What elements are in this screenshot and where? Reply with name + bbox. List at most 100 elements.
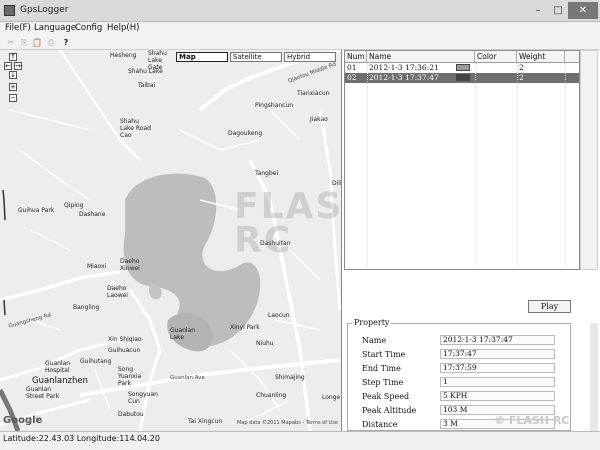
row-color-swatch[interactable]: [456, 64, 470, 71]
map-type-map[interactable]: Map: [176, 52, 228, 62]
road-label: Guanlan Ave: [170, 375, 205, 381]
row-weight: 2: [519, 63, 524, 72]
menu-language[interactable]: Language: [34, 23, 76, 33]
map-type-hybrid[interactable]: Hybrid: [284, 52, 336, 62]
track-table[interactable]: Num Name Color Weight 01 2012-1-3 17:36:…: [344, 50, 580, 270]
play-button[interactable]: Play: [528, 300, 571, 313]
cut-icon[interactable]: ✂: [6, 38, 16, 48]
place-label: Pingshancun: [255, 102, 294, 109]
place-label: Guihuacun: [108, 347, 141, 354]
place-label: Bangling: [73, 304, 100, 311]
place-label: Daeho Laowei: [107, 285, 128, 299]
property-label-name: Name: [362, 336, 387, 345]
place-label: Guihutang: [80, 358, 112, 365]
place-label: Shahu Lake Road Cao: [120, 118, 151, 139]
help-icon[interactable]: ?: [61, 38, 71, 48]
place-label: Dagoukeng: [228, 130, 263, 137]
place-label: Tai Xingcun: [188, 418, 223, 425]
property-label-end-time: End Time: [362, 364, 401, 373]
pan-right-button[interactable]: →: [14, 62, 22, 70]
property-title: Property: [352, 318, 392, 327]
watermark-logo: FLASH RC: [234, 186, 342, 261]
print-icon[interactable]: ⎙: [46, 38, 56, 48]
table-row-selected[interactable]: 02 2012-1-3 17:37:47 2: [345, 73, 579, 83]
grid-line: [517, 63, 518, 269]
place-label: Dabutou: [118, 411, 144, 418]
toolbar: [0, 36, 600, 50]
column-weight[interactable]: Weight: [517, 51, 565, 63]
place-label: Song Yuanxia Park: [118, 366, 142, 387]
column-num[interactable]: Num: [345, 51, 367, 63]
property-value-end-time: 17:37:59: [440, 363, 555, 373]
row-num: 01: [347, 63, 357, 72]
road-north: [58, 50, 141, 161]
place-label: Shimajing: [275, 374, 305, 381]
place-label: Jiakao: [310, 116, 328, 123]
google-logo: Google: [3, 415, 43, 426]
maximize-button[interactable]: □: [548, 2, 568, 19]
track-line: [3, 299, 6, 316]
place-label: Tangbei: [255, 170, 279, 177]
watermark-text: © FLASH RC: [494, 414, 570, 427]
pan-down-button[interactable]: ↓: [9, 71, 17, 79]
grid-line: [367, 63, 368, 269]
menu-config[interactable]: Config: [75, 23, 102, 33]
property-label-distance: Distance: [362, 420, 398, 429]
place-label: Chuanling: [256, 392, 287, 399]
track-line: [2, 189, 6, 221]
place-label: Tianxiacun: [297, 90, 330, 97]
grid-line: [475, 63, 476, 269]
map-view[interactable]: Map Satellite Hybrid ↑ ← → ↓ + − Hesheng…: [0, 50, 342, 431]
pan-up-button[interactable]: ↑: [9, 53, 17, 61]
window-title: GpsLogger: [20, 5, 69, 15]
place-label: Taibai: [138, 82, 156, 89]
map-copyright[interactable]: Map data ©2011 Mapabc - Terms of Use: [237, 420, 338, 426]
place-label: Guihua Park: [18, 207, 55, 214]
place-label: Xin Shiqiao: [108, 336, 142, 343]
place-label: Miaoxi: [87, 263, 107, 270]
place-label: Guanlan Lake: [170, 327, 196, 341]
place-label: Guanlan Hospital: [45, 360, 71, 374]
property-value-name: 2012-1-3 17:37:47: [440, 335, 555, 345]
table-side-panel: [580, 50, 598, 270]
property-label-start-time: Start Time: [362, 350, 406, 359]
road-west: [0, 270, 121, 302]
close-button[interactable]: ✕: [568, 2, 598, 19]
paste-icon[interactable]: 📋: [32, 38, 42, 48]
menu-help[interactable]: Help(H): [107, 23, 139, 33]
menu-file[interactable]: File(F): [5, 23, 31, 33]
place-label: Hesheng: [110, 52, 137, 59]
column-name[interactable]: Name: [367, 51, 475, 63]
coordinate-readout: Latitude:22.43.03 Longitude:114.04.20: [3, 434, 160, 443]
road-ring: [128, 289, 162, 431]
pan-left-button[interactable]: ←: [4, 62, 12, 70]
row-num: 02: [347, 73, 357, 82]
property-label-step-time: Step Time: [362, 378, 404, 387]
table-row[interactable]: 01 2012-1-3 17:36:21 2: [345, 63, 579, 73]
place-label: Longe: [322, 394, 341, 401]
place-label: Daeho Xinwei: [120, 258, 140, 272]
zoom-out-button[interactable]: −: [9, 94, 17, 102]
minimize-button[interactable]: –: [528, 2, 548, 19]
property-value-start-time: 17:37:47: [440, 349, 555, 359]
place-label: Shahu Lake: [128, 68, 163, 75]
title-bar: [0, 0, 600, 22]
scrollbar[interactable]: [590, 323, 598, 431]
place-label: Guanlanzhen: [32, 376, 88, 386]
row-name: 2012-1-3 17:36:21: [369, 63, 439, 72]
place-label: Laocun: [268, 312, 290, 319]
place-label: Dashane: [79, 211, 106, 218]
row-name: 2012-1-3 17:37:47: [369, 73, 439, 82]
copy-icon[interactable]: ⎘: [19, 38, 29, 48]
map-type-satellite[interactable]: Satellite: [230, 52, 282, 62]
property-label-peak-altitude: Peak Altitude: [362, 406, 417, 415]
property-value-step-time: 1: [440, 377, 555, 387]
place-label: Guanlan Street Park: [26, 386, 60, 400]
place-label: Qiping: [64, 202, 84, 209]
property-value-peak-speed: 5 KPH: [440, 391, 555, 401]
property-label-peak-speed: Peak Speed: [362, 392, 410, 401]
row-color-swatch[interactable]: [456, 74, 470, 81]
zoom-in-button[interactable]: +: [9, 83, 17, 91]
column-color[interactable]: Color: [475, 51, 517, 63]
app-icon: [4, 5, 15, 16]
